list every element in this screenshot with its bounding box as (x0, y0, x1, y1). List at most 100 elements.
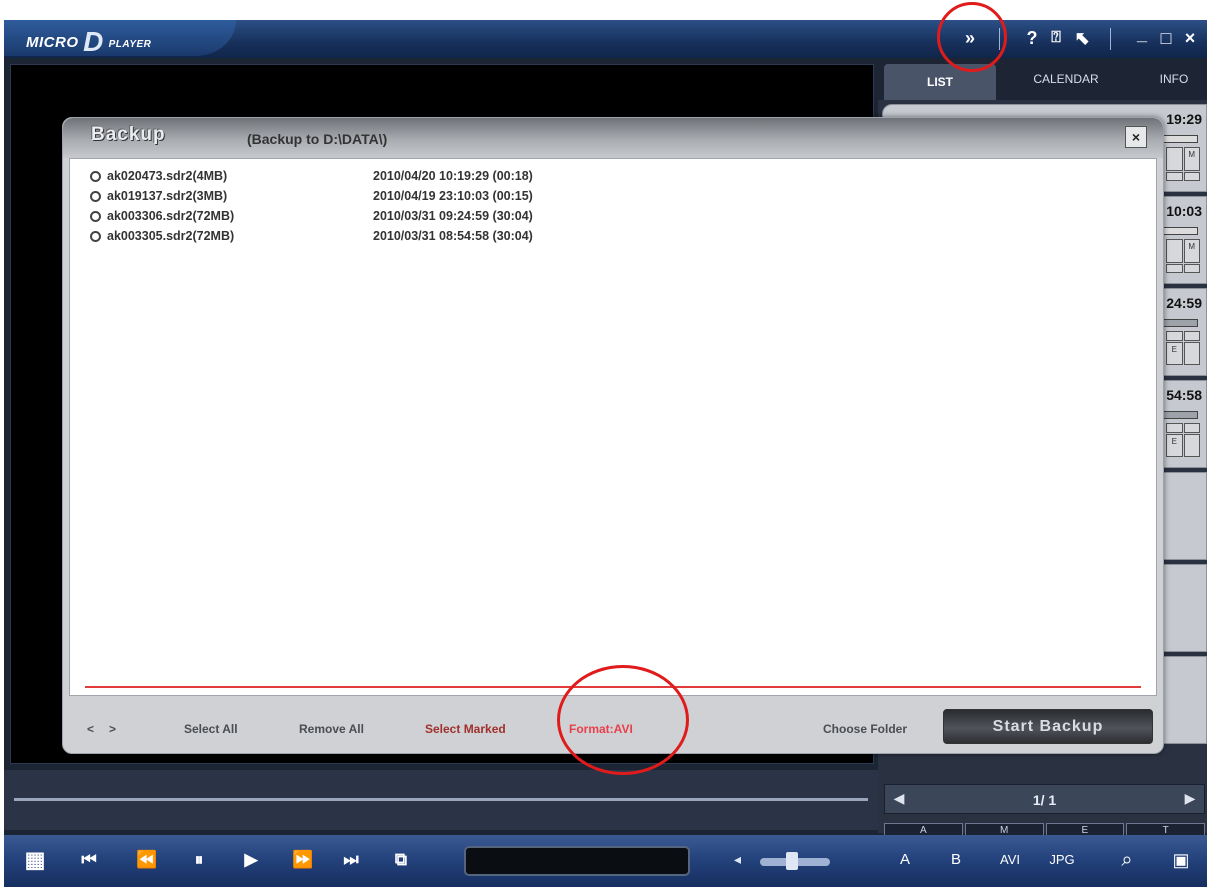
seek-area (4, 770, 878, 830)
grid-cell: E (1166, 341, 1183, 365)
item-bar (1158, 135, 1198, 143)
play-icon[interactable]: ▶ (234, 847, 268, 873)
grid-cell (1166, 423, 1183, 433)
dialog-footer: < > Select All Remove All Select Marked … (63, 696, 1163, 754)
title-bar: MICRO D PLAYER » ? ⍰ ⬉ _ □ × (4, 20, 1207, 58)
pager: ◀ 1/ 1 ▶ (884, 784, 1205, 814)
item-grid: M (1166, 239, 1200, 273)
grid-cell: M (1183, 147, 1200, 171)
select-all-button[interactable]: Select All (184, 722, 238, 736)
fast-forward-icon[interactable]: ⏩ (286, 847, 320, 873)
select-marked-button[interactable]: Select Marked (425, 722, 506, 736)
file-date: 2010/04/20 10:19:29 (00:18) (373, 169, 533, 183)
grid-cell (1166, 147, 1183, 171)
rewind-icon[interactable]: ⏪ (130, 847, 164, 873)
settings-icon[interactable]: ⬉ (1070, 26, 1094, 50)
copy-icon[interactable]: ⧉ (384, 847, 418, 873)
item-bar (1158, 227, 1198, 235)
pager-text: 1/ 1 (1032, 792, 1057, 808)
minimize-icon[interactable]: _ (1130, 22, 1154, 46)
item-grid: M (1166, 147, 1200, 181)
file-name: ak003306.sdr2(72MB) (107, 209, 235, 223)
jpg-button[interactable]: JPG (1040, 847, 1084, 873)
grid-cell: E (1166, 433, 1183, 457)
tab-info[interactable]: INFO (1144, 72, 1204, 86)
item-bar (1158, 319, 1198, 327)
logo-d: D (83, 26, 104, 57)
file-radio[interactable] (90, 231, 101, 242)
file-radio[interactable] (90, 171, 101, 182)
logo-tab: MICRO D PLAYER (4, 20, 236, 58)
grid-cell (1183, 331, 1200, 341)
item-time: 24:59 (1166, 295, 1202, 311)
first-frame-icon[interactable]: ⏮ (72, 847, 106, 873)
titlebar-separator (1110, 28, 1111, 50)
seek-bar[interactable] (14, 798, 868, 801)
list-divider (85, 686, 1141, 688)
item-time: 19:29 (1166, 111, 1202, 127)
maximize-icon[interactable]: □ (1154, 26, 1178, 50)
item-grid: E (1166, 331, 1200, 365)
tab-calendar[interactable]: CALENDAR (1016, 72, 1116, 86)
dialog-subtitle: (Backup to D:\DATA\) (247, 131, 388, 147)
dialog-title: Backup (91, 124, 166, 145)
file-radio[interactable] (90, 211, 101, 222)
folder-icon[interactable]: ▣ (1164, 847, 1198, 873)
dialog-header: Backup (Backup to D:\DATA\) × (63, 118, 1163, 158)
item-grid: E (1166, 423, 1200, 457)
grid-cell (1166, 263, 1183, 273)
dialog-close-button[interactable]: × (1125, 126, 1147, 148)
pause-icon[interactable]: ⏸ (182, 847, 216, 873)
remove-all-button[interactable]: Remove All (299, 722, 364, 736)
close-icon[interactable]: × (1178, 26, 1202, 50)
logo-main: MICRO (26, 34, 79, 51)
app-logo: MICRO D PLAYER (26, 26, 151, 58)
tab-list[interactable]: LIST (884, 64, 996, 100)
grid-cell (1166, 331, 1183, 341)
prev-button[interactable]: < (87, 722, 94, 736)
backup-dialog: Backup (Backup to D:\DATA\) × ak020473.s… (62, 117, 1164, 754)
grid-cell (1166, 239, 1183, 263)
item-time: 54:58 (1166, 387, 1202, 403)
format-button[interactable]: Format:AVI (569, 722, 633, 736)
grid-cell (1183, 433, 1200, 457)
file-date: 2010/03/31 09:24:59 (30:04) (373, 209, 533, 223)
file-name: ak003305.sdr2(72MB) (107, 229, 235, 243)
file-date: 2010/04/19 23:10:03 (00:15) (373, 189, 533, 203)
speaker-icon: ◂ (734, 851, 742, 867)
mark-a-button[interactable]: A (888, 847, 922, 873)
item-time: 10:03 (1166, 203, 1202, 219)
expand-panel-icon[interactable]: » (958, 26, 982, 50)
micro-d-player-window: MICRO D PLAYER » ? ⍰ ⬉ _ □ × LIST CALEND… (4, 20, 1207, 887)
volume-slider[interactable]: ◂ (734, 851, 834, 870)
help-icon[interactable]: ? (1020, 26, 1044, 50)
backup-file-list: ak020473.sdr2(4MB) 2010/04/20 10:19:29 (… (69, 158, 1157, 696)
search-playback-icon[interactable]: ⌕ (1110, 847, 1144, 873)
grid-cell (1183, 263, 1200, 273)
choose-folder-button[interactable]: Choose Folder (823, 722, 907, 736)
bottom-toolbar: ▦ ⏮ ⏪ ⏸ ▶ ⏩ ⏭ ⧉ ◂ A B AVI JPG ⌕ ▣ (4, 835, 1207, 887)
start-backup-button[interactable]: Start Backup (943, 709, 1153, 744)
pager-next-icon[interactable]: ▶ (1182, 790, 1198, 808)
logo-sub: PLAYER (108, 39, 152, 50)
item-bar (1158, 411, 1198, 419)
volume-knob[interactable] (786, 852, 798, 870)
file-radio[interactable] (90, 191, 101, 202)
grid-cell (1183, 171, 1200, 181)
file-name: ak019137.sdr2(3MB) (107, 189, 228, 203)
last-frame-icon[interactable]: ⏭ (334, 847, 368, 873)
grid-cell (1183, 341, 1200, 365)
mark-b-button[interactable]: B (939, 847, 973, 873)
file-name: ak020473.sdr2(4MB) (107, 169, 228, 183)
search-icon[interactable]: ⍰ (1044, 26, 1068, 50)
grid-cell (1166, 171, 1183, 181)
file-date: 2010/03/31 08:54:58 (30:04) (373, 229, 533, 243)
panel-tabs: LIST CALENDAR INFO (878, 60, 1207, 100)
grid-cell (1183, 423, 1200, 433)
titlebar-separator (999, 28, 1000, 50)
layout-grid-icon[interactable]: ▦ (18, 847, 52, 873)
time-display (464, 846, 690, 876)
grid-cell: M (1183, 239, 1200, 263)
next-button[interactable]: > (109, 722, 116, 736)
avi-button[interactable]: AVI (988, 847, 1032, 873)
